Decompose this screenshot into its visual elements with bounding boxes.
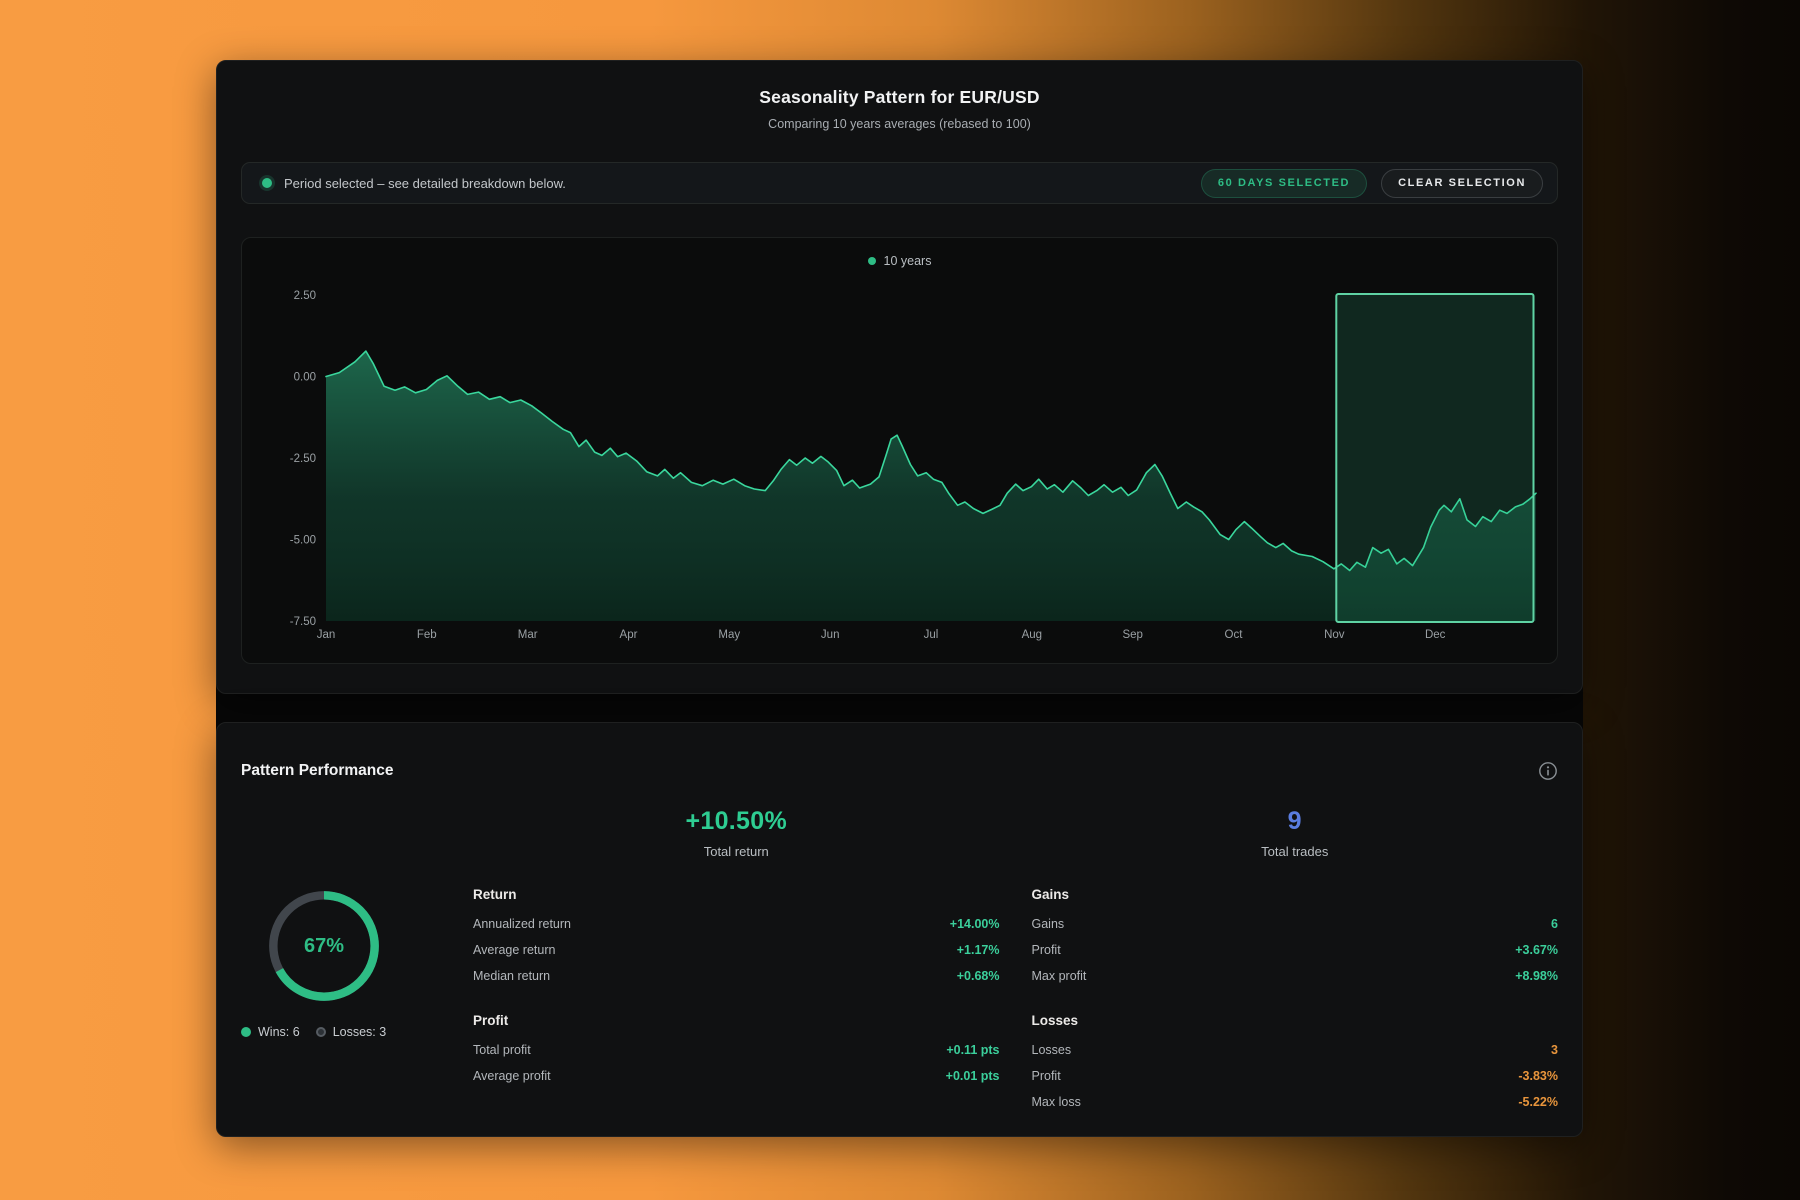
stat-row: Annualized return +14.00%	[473, 911, 1000, 937]
stat-row: Median return +0.68%	[473, 963, 1000, 989]
svg-text:Feb: Feb	[417, 629, 437, 641]
stat-label: Median return	[473, 969, 550, 983]
gains-losses-column: Gains Gains 6 Profit +3.67% Max profit +…	[1032, 885, 1559, 1137]
days-selected-badge: 60 DAYS SELECTED	[1201, 169, 1367, 198]
svg-text:-5.00: -5.00	[290, 535, 316, 547]
return-section: Return Annualized return +14.00% Average…	[473, 885, 1000, 989]
total-trades-stat: 9 Total trades	[1032, 807, 1559, 859]
win-rate-donut: 67%	[263, 885, 385, 1007]
gains-section-title: Gains	[1032, 885, 1559, 902]
svg-text:Dec: Dec	[1425, 629, 1446, 641]
stat-row: Max profit +8.98%	[1032, 963, 1559, 989]
svg-text:Sep: Sep	[1122, 629, 1142, 641]
wins-legend-item: Wins: 6	[241, 1025, 300, 1039]
svg-text:Jul: Jul	[924, 629, 939, 641]
page-subtitle: Comparing 10 years averages (rebased to …	[241, 117, 1558, 131]
stat-label: Max profit	[1032, 969, 1087, 983]
stat-value: +0.01 pts	[946, 1069, 1000, 1083]
selection-status-message: Period selected – see detailed breakdown…	[284, 176, 566, 191]
stat-label: Average profit	[473, 1069, 551, 1083]
profit-section: Profit Total profit +0.11 pts Average pr…	[473, 1011, 1000, 1089]
svg-text:Mar: Mar	[518, 629, 538, 641]
svg-text:Jan: Jan	[317, 629, 336, 641]
selection-status-dot-icon	[262, 178, 272, 188]
svg-text:0.00: 0.00	[294, 372, 316, 384]
selection-status-bar: Period selected – see detailed breakdown…	[241, 162, 1558, 204]
losses-label: Losses: 3	[333, 1025, 387, 1039]
return-section-title: Return	[473, 885, 1000, 902]
stat-row: Gains 6	[1032, 911, 1559, 937]
stat-row: Profit +3.67%	[1032, 937, 1559, 963]
stat-label: Profit	[1032, 943, 1061, 957]
seasonality-chart[interactable]: 10 years 2.50 0.00 -2.50 -5.00 -7.50Jan Feb Ma…	[241, 237, 1558, 664]
pattern-performance-card: Pattern Performance +10.50% Total return…	[216, 722, 1583, 1137]
seasonality-area-chart[interactable]: 2.50 0.00 -2.50 -5.00 -7.50Jan Feb Mar Apr May Ju…	[242, 238, 1551, 663]
total-trades-label: Total trades	[1032, 844, 1559, 859]
win-loss-legend: Wins: 6 Losses: 3	[241, 1025, 441, 1039]
svg-text:-7.50: -7.50	[290, 616, 316, 628]
svg-text:Apr: Apr	[620, 629, 638, 641]
stat-row: Losses 3	[1032, 1037, 1559, 1063]
wins-dot-icon	[241, 1027, 251, 1037]
stat-label: Profit	[1032, 1069, 1061, 1083]
stat-value: +3.67%	[1515, 943, 1558, 957]
clear-selection-button[interactable]: CLEAR SELECTION	[1381, 169, 1543, 198]
chart-legend: 10 years	[242, 254, 1557, 268]
stat-row: Average profit +0.01 pts	[473, 1063, 1000, 1089]
losses-legend-item: Losses: 3	[316, 1025, 387, 1039]
losses-section: Losses Losses 3 Profit -3.83% Max loss -…	[1032, 1011, 1559, 1115]
stat-row: Average return +1.17%	[473, 937, 1000, 963]
profit-section-title: Profit	[473, 1011, 1000, 1028]
svg-text:Nov: Nov	[1324, 629, 1345, 641]
stat-value: +14.00%	[950, 917, 1000, 931]
total-return-label: Total return	[473, 844, 1000, 859]
svg-text:Aug: Aug	[1022, 629, 1042, 641]
total-return-stat: +10.50% Total return	[473, 807, 1000, 859]
total-trades-value: 9	[1032, 807, 1559, 836]
performance-title: Pattern Performance	[241, 762, 393, 780]
stat-value: +1.17%	[957, 943, 1000, 957]
losses-dot-icon	[316, 1027, 326, 1037]
stat-value: 3	[1551, 1043, 1558, 1057]
stat-row: Profit -3.83%	[1032, 1063, 1559, 1089]
stat-value: +0.11 pts	[946, 1043, 999, 1057]
wins-label: Wins: 6	[258, 1025, 300, 1039]
stat-label: Average return	[473, 943, 555, 957]
info-icon[interactable]	[1538, 761, 1558, 781]
legend-dot-icon	[868, 257, 876, 265]
stat-row: Total profit +0.11 pts	[473, 1037, 1000, 1063]
stat-value: -5.22%	[1518, 1095, 1558, 1109]
seasonality-card: Seasonality Pattern for EUR/USD Comparin…	[216, 60, 1583, 694]
svg-text:2.50: 2.50	[294, 290, 316, 302]
page-title: Seasonality Pattern for EUR/USD	[241, 61, 1558, 108]
stat-label: Total profit	[473, 1043, 531, 1057]
svg-text:Oct: Oct	[1225, 629, 1244, 641]
win-rate-value: 67%	[263, 885, 385, 1007]
stat-value: -3.83%	[1518, 1069, 1558, 1083]
app-panel: Seasonality Pattern for EUR/USD Comparin…	[216, 60, 1583, 1137]
stat-value: 6	[1551, 917, 1558, 931]
stat-label: Gains	[1032, 917, 1065, 931]
stat-label: Losses	[1032, 1043, 1072, 1057]
return-profit-column: Return Annualized return +14.00% Average…	[473, 885, 1000, 1137]
legend-label: 10 years	[884, 254, 932, 268]
svg-text:Jun: Jun	[821, 629, 840, 641]
total-return-value: +10.50%	[473, 807, 1000, 836]
stat-label: Max loss	[1032, 1095, 1081, 1109]
losses-section-title: Losses	[1032, 1011, 1559, 1028]
stat-row: Max loss -5.22%	[1032, 1089, 1559, 1115]
spacer	[241, 807, 441, 859]
stat-value: +0.68%	[957, 969, 1000, 983]
gains-section: Gains Gains 6 Profit +3.67% Max profit +…	[1032, 885, 1559, 989]
stat-value: +8.98%	[1515, 969, 1558, 983]
svg-text:May: May	[718, 629, 740, 641]
stat-label: Annualized return	[473, 917, 571, 931]
win-rate-block: 67% Wins: 6 Losses: 3	[241, 885, 441, 1137]
svg-text:-2.50: -2.50	[290, 453, 316, 465]
